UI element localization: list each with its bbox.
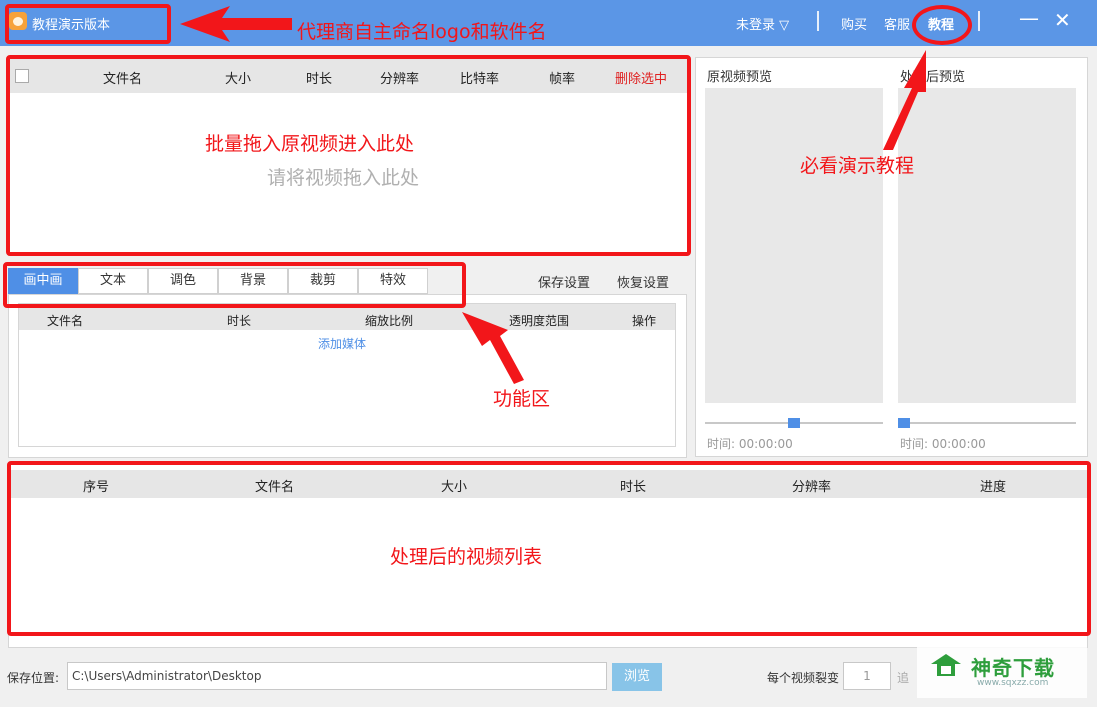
annotation-arrows: [180, 6, 926, 384]
annotation-logo-note: 代理商自主命名logo和软件名: [297, 21, 547, 43]
arrow-logo: [180, 6, 292, 42]
annotation-output-note: 处理后的视频列表: [390, 546, 543, 568]
arrow-tutorial: [883, 50, 926, 150]
annotation-tutorial-note: 必看演示教程: [800, 155, 915, 177]
annotation-function-note: 功能区: [493, 388, 551, 410]
annotation-drop-note: 批量拖入原视频进入此处: [205, 133, 415, 155]
arrow-function: [462, 312, 524, 384]
